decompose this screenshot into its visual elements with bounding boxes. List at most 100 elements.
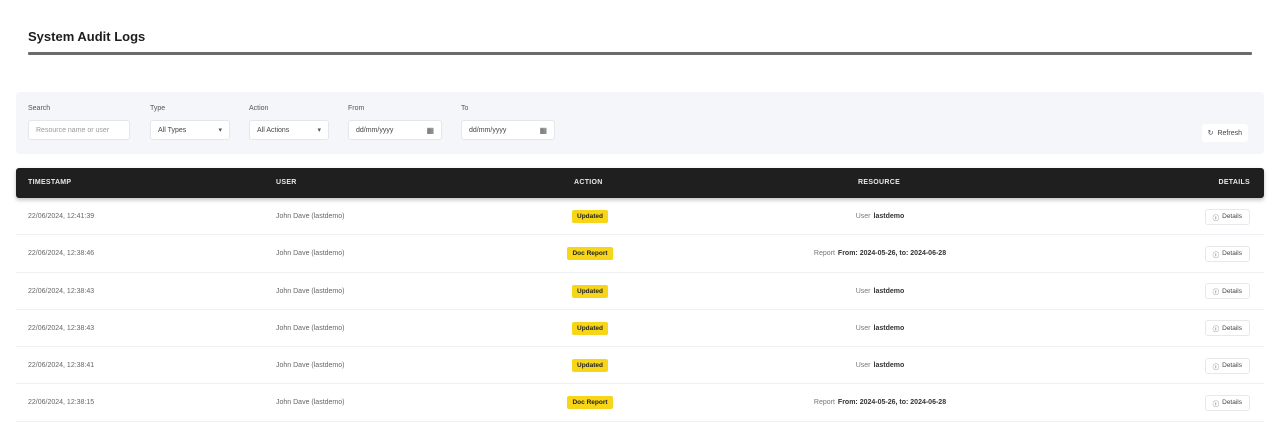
from-label: From — [348, 105, 365, 112]
user-cell: John Dave (lastdemo) — [276, 213, 345, 220]
details-label: Details — [1222, 399, 1242, 407]
table-row: 22/06/2024, 12:41:39 John Dave (lastdemo… — [16, 198, 1264, 236]
table-row: 22/06/2024, 12:38:41 John Dave (lastdemo… — [16, 347, 1264, 385]
details-label: Details — [1222, 287, 1242, 295]
details-cell: ⓘ Details — [1204, 310, 1250, 347]
calendar-icon[interactable]: ▦ — [426, 126, 434, 135]
action-label: Action — [249, 105, 269, 112]
search-input[interactable] — [28, 120, 130, 140]
resource-cell: User lastdemo — [680, 310, 1080, 347]
calendar-icon[interactable]: ▦ — [539, 126, 547, 135]
table-row: 22/06/2024, 12:38:15 John Dave (lastdemo… — [16, 384, 1264, 422]
action-badge: Updated — [572, 210, 608, 223]
details-label: Details — [1222, 324, 1242, 332]
resource-name: lastdemo — [873, 324, 905, 332]
details-label: Details — [1222, 250, 1242, 258]
audit-log-table: TIMESTAMP USER ACTION RESOURCE DETAILS 2… — [16, 168, 1264, 422]
action-cell: Doc Report — [490, 384, 690, 421]
table-body: 22/06/2024, 12:41:39 John Dave (lastdemo… — [16, 198, 1264, 422]
info-icon: ⓘ — [1212, 326, 1220, 334]
timestamp-cell: 22/06/2024, 12:38:15 — [28, 399, 95, 407]
action-cell: Updated — [490, 347, 690, 384]
action-badge: Updated — [572, 359, 608, 373]
table-row: 22/06/2024, 12:38:43 John Dave (lastdemo… — [16, 310, 1264, 348]
info-icon: ⓘ — [1212, 289, 1220, 297]
refresh-label: Refresh — [1217, 129, 1242, 137]
column-header-timestamp: TIMESTAMP — [28, 179, 72, 186]
column-header-resource: RESOURCE — [858, 179, 901, 186]
table-row: 22/06/2024, 12:38:43 John Dave (lastdemo… — [16, 273, 1264, 310]
details-label: Details — [1222, 213, 1242, 220]
user-cell: John Dave (lastdemo) — [276, 399, 345, 407]
details-cell: ⓘ Details — [1204, 273, 1250, 310]
details-cell: ⓘ Details — [1204, 235, 1250, 272]
resource-type: User — [855, 362, 871, 370]
type-select[interactable]: All Types ▾ — [150, 120, 230, 140]
title-divider — [28, 52, 1252, 55]
resource-cell: User lastdemo — [680, 347, 1080, 384]
filter-bar: Search Type All Types ▾ Action All Actio… — [16, 92, 1264, 154]
details-label: Details — [1222, 362, 1242, 370]
timestamp-cell: 22/06/2024, 12:38:43 — [28, 287, 95, 295]
to-filter: To dd/mm/yyyy ▦ — [461, 104, 555, 140]
resource-cell: Report From: 2024-05-26, to: 2024-06-28 — [680, 384, 1080, 421]
type-select-value: All Types — [158, 126, 187, 134]
info-icon: ⓘ — [1212, 363, 1220, 371]
table-row: 22/06/2024, 12:38:46 John Dave (lastdemo… — [16, 235, 1264, 273]
details-cell: ⓘ Details — [1204, 347, 1250, 384]
resource-name: From: 2024-05-26, to: 2024-06-28 — [837, 250, 947, 258]
action-select[interactable]: All Actions ▾ — [249, 120, 329, 140]
action-badge: Updated — [572, 321, 608, 335]
action-badge: Doc Report — [567, 396, 613, 410]
action-cell: Updated — [490, 198, 690, 235]
resource-type: Report — [813, 399, 835, 407]
column-header-action: ACTION — [574, 179, 603, 186]
action-cell: Doc Report — [490, 235, 690, 272]
resource-type: User — [855, 287, 871, 295]
chevron-down-icon: ▾ — [317, 127, 321, 134]
resource-type: User — [855, 213, 871, 220]
details-button[interactable]: ⓘ Details — [1204, 283, 1250, 300]
user-cell: John Dave (lastdemo) — [276, 287, 345, 295]
details-button[interactable]: ⓘ Details — [1204, 320, 1250, 337]
user-cell: John Dave (lastdemo) — [276, 250, 345, 258]
resource-cell: Report From: 2024-05-26, to: 2024-06-28 — [680, 235, 1080, 272]
resource-name: lastdemo — [873, 362, 905, 370]
search-filter: Search — [28, 104, 130, 140]
info-icon: ⓘ — [1212, 251, 1220, 259]
action-cell: Updated — [490, 310, 690, 347]
column-header-details: DETAILS — [1218, 179, 1250, 186]
page-title: System Audit Logs — [28, 29, 146, 44]
to-date-input[interactable]: dd/mm/yyyy ▦ — [461, 120, 555, 140]
user-cell: John Dave (lastdemo) — [276, 362, 345, 370]
type-filter: Type All Types ▾ — [150, 104, 230, 140]
details-cell: ⓘ Details — [1204, 198, 1250, 235]
to-label: To — [461, 105, 469, 112]
details-button[interactable]: ⓘ Details — [1204, 357, 1250, 374]
info-icon: ⓘ — [1212, 400, 1220, 408]
chevron-down-icon: ▾ — [218, 127, 222, 134]
resource-cell: User lastdemo — [680, 273, 1080, 310]
column-header-user: USER — [276, 179, 297, 186]
resource-name: lastdemo — [873, 213, 905, 220]
resource-type: User — [855, 324, 871, 332]
from-date-input[interactable]: dd/mm/yyyy ▦ — [348, 120, 442, 140]
user-cell: John Dave (lastdemo) — [276, 324, 345, 332]
refresh-icon: ↻ — [1207, 130, 1214, 137]
search-label: Search — [28, 105, 51, 112]
from-filter: From dd/mm/yyyy ▦ — [348, 104, 442, 140]
action-badge: Updated — [572, 284, 608, 298]
timestamp-cell: 22/06/2024, 12:41:39 — [28, 213, 95, 220]
action-filter: Action All Actions ▾ — [249, 104, 329, 140]
details-button[interactable]: ⓘ Details — [1204, 208, 1250, 225]
resource-type: Report — [813, 250, 835, 258]
type-label: Type — [150, 105, 166, 112]
info-icon: ⓘ — [1212, 214, 1220, 222]
details-button[interactable]: ⓘ Details — [1204, 245, 1250, 262]
resource-cell: User lastdemo — [680, 198, 1080, 235]
refresh-button[interactable]: ↻ Refresh — [1201, 124, 1248, 142]
action-badge: Doc Report — [567, 247, 613, 261]
page-header: System Audit Logs — [28, 28, 1252, 55]
details-button[interactable]: ⓘ Details — [1204, 394, 1250, 411]
action-select-value: All Actions — [257, 126, 290, 134]
